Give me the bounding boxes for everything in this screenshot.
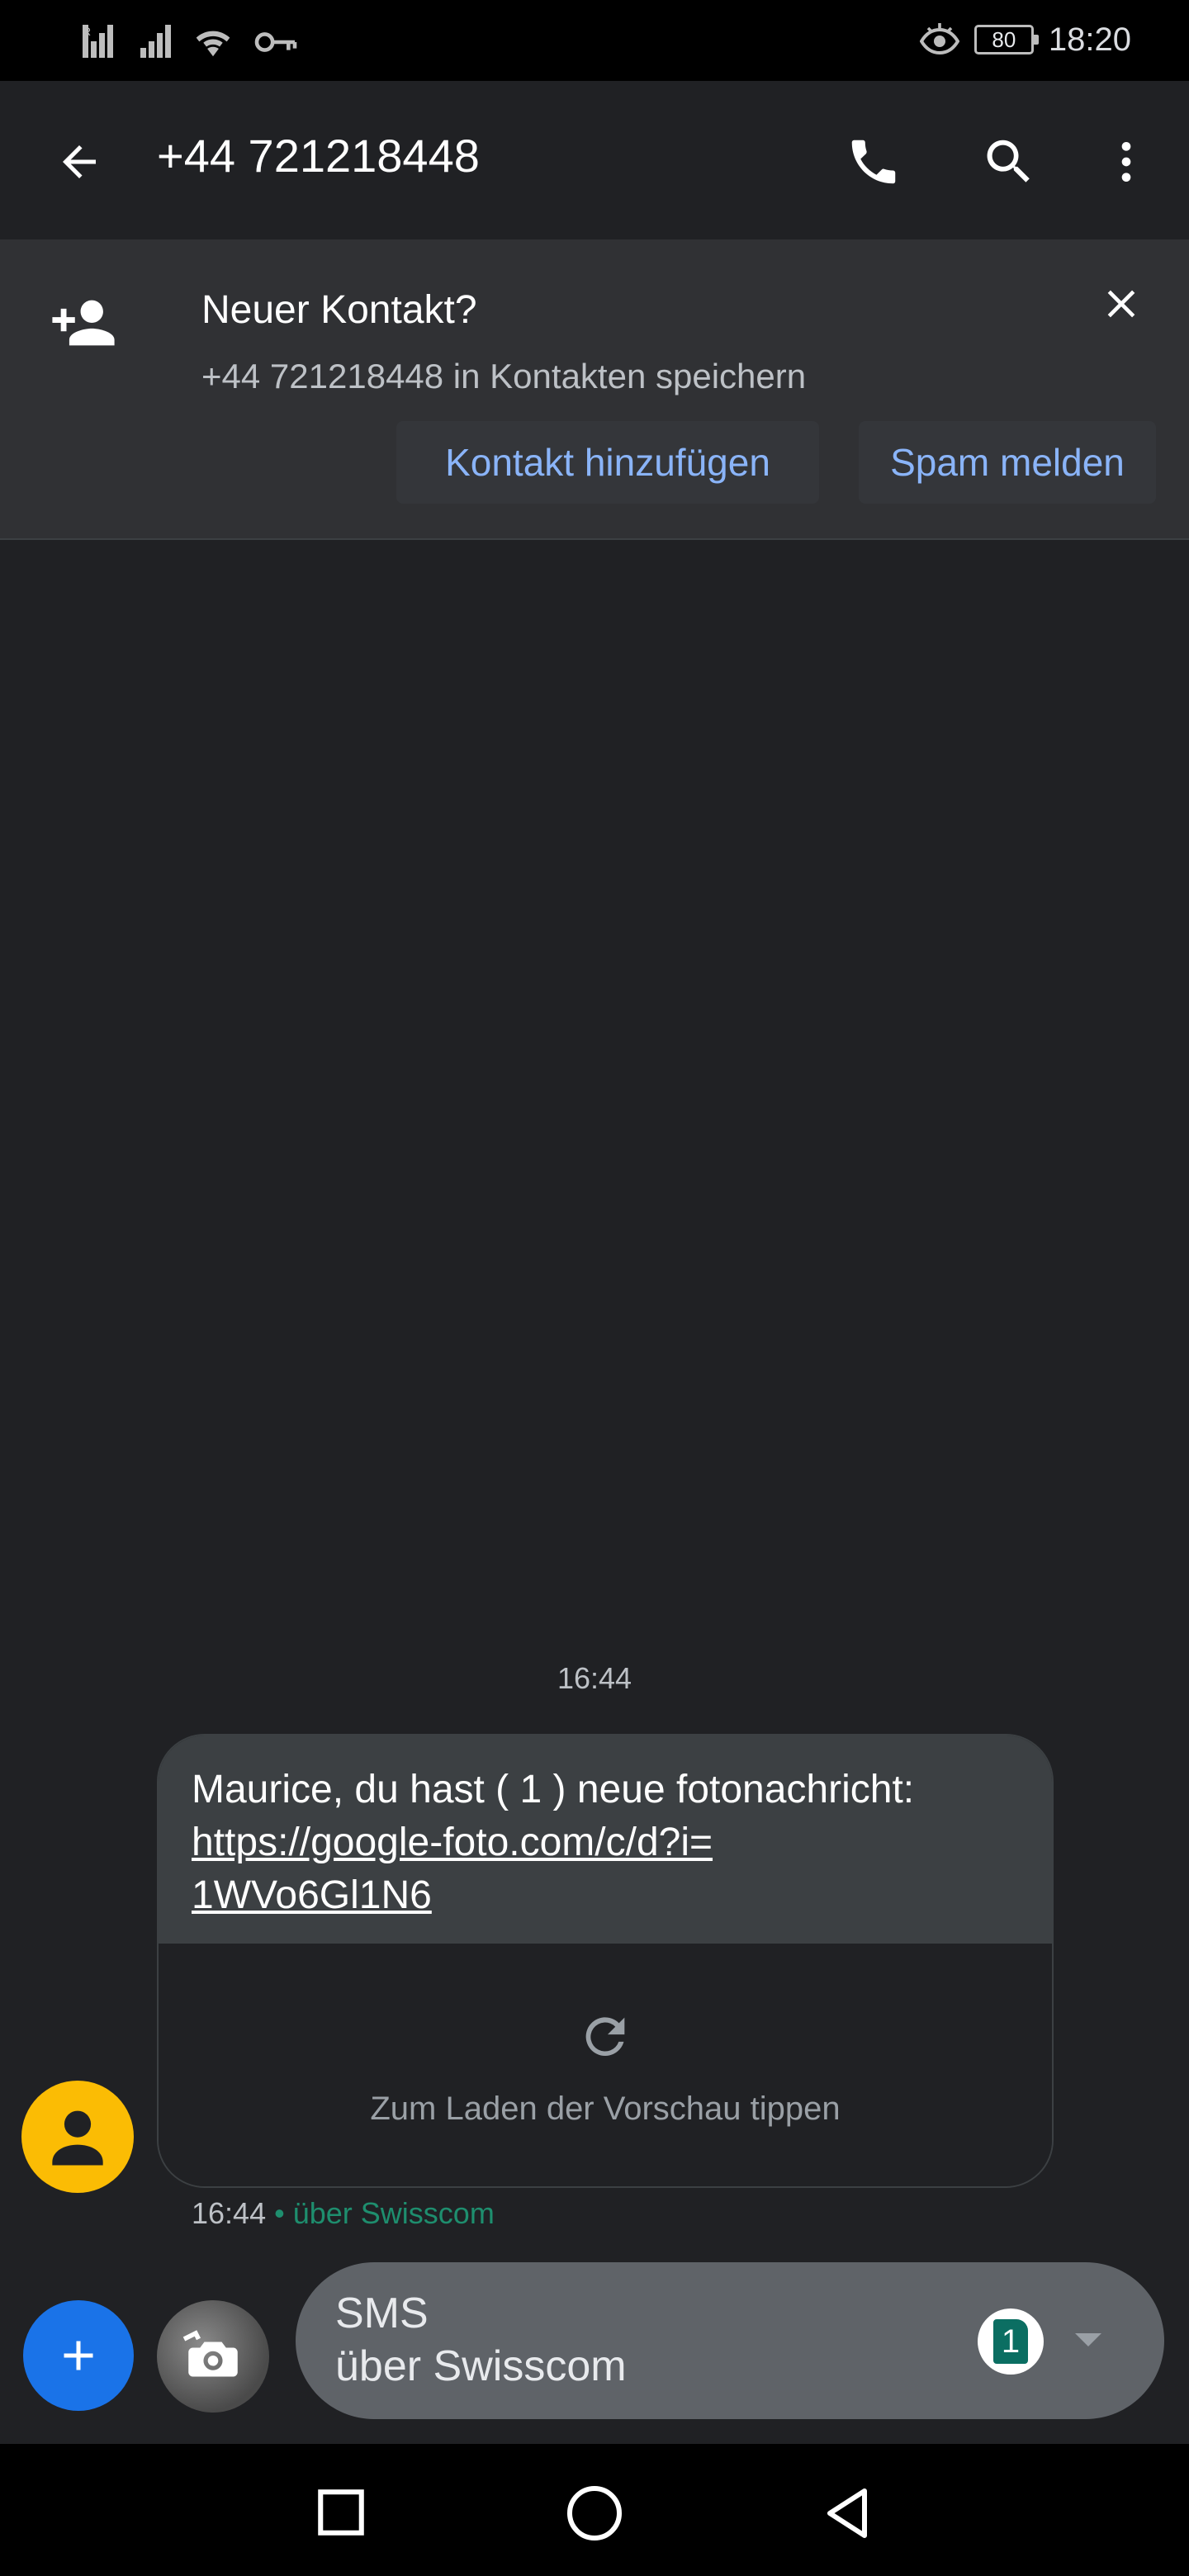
message-meta: 16:44 • über Swisscom	[192, 2196, 495, 2231]
battery-level: 80	[992, 26, 1016, 52]
home-circle-icon[interactable]	[565, 2484, 624, 2543]
message-bubble[interactable]: Maurice, du hast ( 1 ) neue fotonachrich…	[157, 1734, 1054, 2188]
status-time: 18:20	[1048, 21, 1131, 58]
compose-placeholder-line2: über Swisscom	[335, 2342, 627, 2390]
back-arrow-icon	[63, 145, 96, 178]
preview-label: Zum Laden der Vorschau tippen	[370, 2091, 841, 2127]
signal-icon: R	[76, 23, 116, 61]
conversation-timestamp: 16:44	[557, 1661, 632, 1695]
call-button[interactable]	[839, 127, 908, 197]
camera-gallery-button[interactable]	[157, 2300, 269, 2413]
message-time: 16:44	[192, 2196, 267, 2230]
message-link[interactable]: https://google-foto.com/c/d?i=	[192, 1816, 1019, 1869]
search-button[interactable]	[974, 127, 1044, 197]
status-bar: R 80 18:20	[0, 0, 1189, 81]
new-contact-banner: Neuer Kontakt? +44 721218448 in Kontakte…	[0, 239, 1189, 540]
eye-comfort-icon	[919, 23, 959, 55]
navigation-bar	[0, 2444, 1189, 2576]
back-triangle-icon[interactable]	[817, 2484, 877, 2543]
search-icon	[987, 140, 1030, 182]
add-icon	[64, 2341, 93, 2370]
camera-gallery-icon	[182, 2330, 238, 2377]
banner-subtitle: +44 721218448 in Kontakten speichern	[201, 357, 807, 395]
banner-title: Neuer Kontakt?	[201, 288, 477, 332]
close-icon	[1107, 290, 1135, 318]
recents-square-icon[interactable]	[314, 2485, 368, 2540]
conversation-title: +44 721218448	[157, 130, 480, 182]
app-bar: +44 721218448	[0, 81, 1189, 239]
more-options-button[interactable]	[1092, 127, 1161, 197]
add-contact-button[interactable]: Kontakt hinzufügen	[396, 421, 819, 504]
avatar[interactable]	[21, 2081, 134, 2193]
wifi-icon	[196, 31, 230, 57]
battery-icon: 80	[973, 25, 1039, 54]
link-preview[interactable]: Zum Laden der Vorschau tippen	[159, 1945, 1052, 2186]
meta-separator: •	[274, 2196, 285, 2230]
report-spam-button[interactable]: Spam melden	[859, 421, 1156, 504]
person-icon	[52, 2110, 103, 2166]
status-icons-right: 80 18:20	[919, 15, 1131, 64]
status-icons-left: R	[76, 18, 299, 61]
message-link-continued[interactable]: 1WVo6Gl1N6	[192, 1869, 1019, 1922]
message-carrier: über Swisscom	[292, 2196, 495, 2230]
attach-button[interactable]	[23, 2300, 134, 2411]
back-button[interactable]	[45, 127, 114, 197]
message-text: Maurice, du hast ( 1 ) neue fotonachrich…	[192, 1768, 915, 1811]
compose-field[interactable]: SMS über Swisscom 1	[296, 2262, 1164, 2419]
signal-icon	[134, 23, 173, 61]
person-add-icon	[52, 300, 115, 346]
compose-placeholder-line1: SMS	[335, 2290, 429, 2337]
sim-card-icon: 1	[993, 2319, 1028, 2364]
phone-icon	[851, 140, 896, 184]
dropdown-icon[interactable]	[1075, 2333, 1101, 2346]
sim-selector[interactable]: 1	[978, 2308, 1044, 2375]
vpn-key-icon	[254, 32, 297, 52]
message-text-area: Maurice, du hast ( 1 ) neue fotonachrich…	[159, 1735, 1052, 1944]
more-vert-icon	[1121, 142, 1131, 182]
refresh-icon	[585, 2017, 625, 2057]
dismiss-banner-button[interactable]	[1087, 269, 1156, 339]
